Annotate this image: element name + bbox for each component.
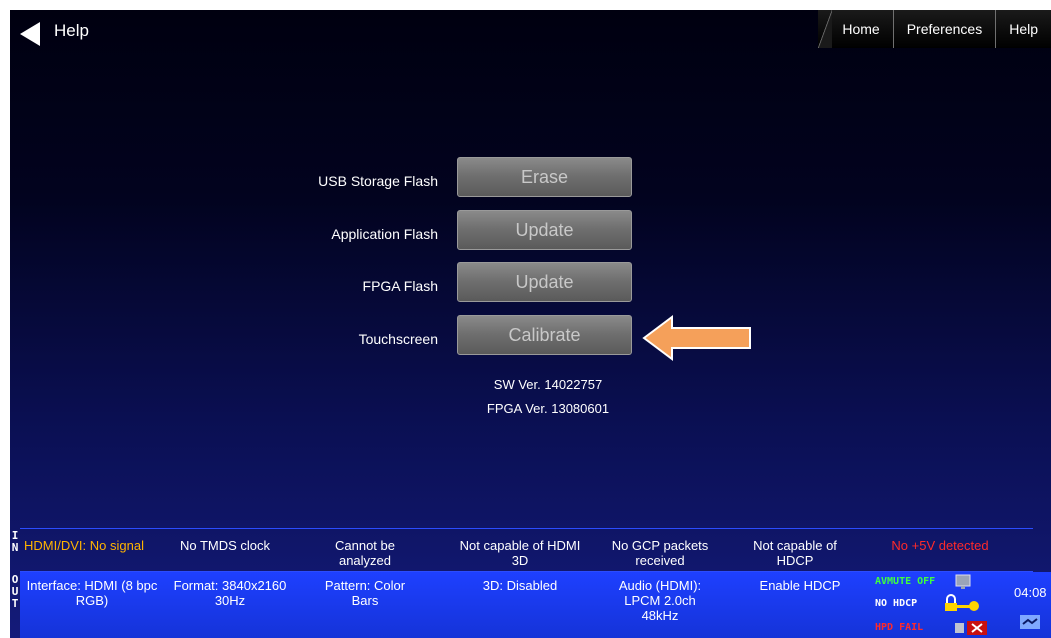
out-3d[interactable]: 3D: Disabled [460,578,580,593]
hdcp-indicator[interactable]: NO HDCP [875,598,917,609]
usb-storage-flash-label: USB Storage Flash [318,173,438,189]
application-flash-label: Application Flash [331,226,438,242]
erase-button[interactable]: Erase [457,157,632,197]
back-arrow-icon[interactable] [16,20,44,48]
in-tmds-status[interactable]: No TMDS clock [160,538,290,553]
nav-tabs: Home Preferences Help [818,10,1051,48]
avmute-indicator[interactable]: AVMUTE OFF [875,576,935,587]
tab-home[interactable]: Home [818,10,893,48]
fpga-update-button[interactable]: Update [457,262,632,302]
in-label-n: N [11,541,19,554]
in-analysis-status[interactable]: Cannot be analyzed [310,538,420,568]
touchscreen-label: Touchscreen [358,331,438,347]
in-hdcp-status[interactable]: Not capable of HDCP [740,538,850,568]
sw-version: SW Ver. 14022757 [493,377,603,392]
device-screen: Help Home Preferences Help USB Storage F… [10,10,1051,638]
out-label-o: O [11,573,19,586]
monitor-icon [955,574,971,589]
calibrate-button[interactable]: Calibrate [457,315,632,355]
orange-arrow-icon [642,315,751,361]
connection-icon [1020,615,1040,629]
out-label-t: T [11,597,19,610]
out-pattern[interactable]: Pattern: Color Bars [315,578,415,608]
out-audio[interactable]: Audio (HDMI): LPCM 2.0ch 48kHz [605,578,715,623]
fpga-version: FPGA Ver. 13080601 [486,401,610,416]
clock: 04:08 [1014,585,1047,600]
out-enable-hdcp[interactable]: Enable HDCP [745,578,855,593]
out-interface[interactable]: Interface: HDMI (8 bpc RGB) [22,578,162,608]
fpga-flash-label: FPGA Flash [362,278,438,294]
out-format[interactable]: Format: 3840x2160 30Hz [170,578,290,608]
in-5v-status[interactable]: No +5V detected [865,538,1015,553]
out-label-u: U [11,585,19,598]
output-indicators: AVMUTE OFF NO HDCP HPD FAIL [875,574,1005,638]
tab-help[interactable]: Help [995,10,1051,48]
in-hdmi-dvi-status[interactable]: HDMI/DVI: No signal [24,538,144,553]
hpd-fail-icon [955,621,987,635]
tab-preferences[interactable]: Preferences [892,10,996,48]
page-title: Help [54,21,89,40]
in-label-i: I [11,529,19,542]
key-lock-icon [945,594,979,611]
application-update-button[interactable]: Update [457,210,632,250]
hpd-indicator[interactable]: HPD FAIL [875,622,923,633]
in-gcp-status[interactable]: No GCP packets received [600,538,720,568]
in-3d-status[interactable]: Not capable of HDMI 3D [450,538,590,568]
